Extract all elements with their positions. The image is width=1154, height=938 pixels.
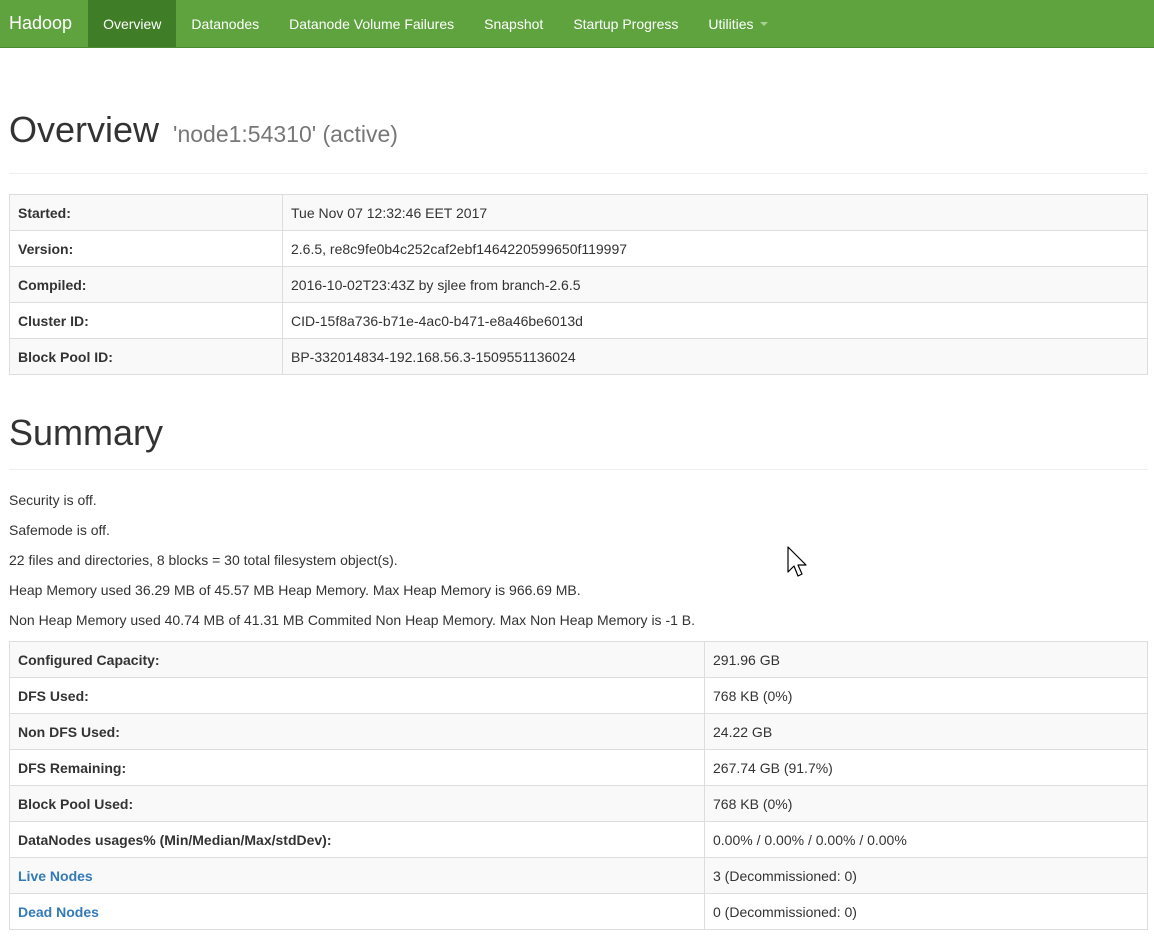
summary-header: Summary [9,413,1148,470]
table-row: DFS Used: 768 KB (0%) [9,677,1148,714]
heap-memory: Heap Memory used 36.29 MB of 45.57 MB He… [9,582,581,598]
table-row: Cluster ID: CID-15f8a736-b71e-4ac0-b471-… [9,302,1148,339]
row-label: Version: [9,230,283,267]
row-value: 24.22 GB [704,713,1148,750]
top-navbar: Hadoop Overview Datanodes Datanode Volum… [0,0,1154,48]
table-row: Started: Tue Nov 07 12:32:46 EET 2017 [9,194,1148,231]
row-label: DFS Remaining: [9,749,705,786]
row-value: 0 (Decommissioned: 0) [704,893,1148,930]
nav-datanodes[interactable]: Datanodes [176,0,274,47]
row-label: Non DFS Used: [9,713,705,750]
summary-status-list: Security is off. Safemode is off. 22 fil… [9,491,1148,641]
overview-table: Started: Tue Nov 07 12:32:46 EET 2017 Ve… [9,194,1148,375]
row-label: Compiled: [9,266,283,303]
filesystem-objects: 22 files and directories, 8 blocks = 30 … [9,552,398,568]
live-nodes-link[interactable]: Live Nodes [18,868,93,884]
row-value: 768 KB (0%) [704,785,1148,822]
nav-utilities-label: Utilities [708,15,754,32]
row-value: 267.74 GB (91.7%) [704,749,1148,786]
nav-snapshot[interactable]: Snapshot [469,0,558,47]
nav-utilities-dropdown[interactable]: Utilities [693,0,782,47]
safemode-status: Safemode is off. [9,522,110,538]
row-value: 3 (Decommissioned: 0) [704,857,1148,894]
mouse-cursor-icon [787,546,807,577]
row-label: DFS Used: [9,677,705,714]
row-label: Configured Capacity: [9,641,705,678]
table-row: Configured Capacity: 291.96 GB [9,641,1148,678]
dead-nodes-cell: Dead Nodes [9,893,705,930]
table-row: Compiled: 2016-10-02T23:43Z by sjlee fro… [9,266,1148,303]
dead-nodes-link[interactable]: Dead Nodes [18,904,99,920]
summary-table: Configured Capacity: 291.96 GB DFS Used:… [9,641,1148,930]
row-label: Block Pool ID: [9,338,283,375]
row-label: Block Pool Used: [9,785,705,822]
overview-header: Overview 'node1:54310' (active) [9,110,1148,174]
row-label: DataNodes usages% (Min/Median/Max/stdDev… [9,821,705,858]
row-value: 2.6.5, re8c9fe0b4c252caf2ebf146422059965… [282,230,1148,267]
table-row: DFS Remaining: 267.74 GB (91.7%) [9,749,1148,786]
table-row: Block Pool Used: 768 KB (0%) [9,785,1148,822]
table-row: Non DFS Used: 24.22 GB [9,713,1148,750]
nav-datanode-volume-failures[interactable]: Datanode Volume Failures [274,0,469,47]
row-value: 291.96 GB [704,641,1148,678]
row-label: Started: [9,194,283,231]
row-value: Tue Nov 07 12:32:46 EET 2017 [282,194,1148,231]
row-value: 2016-10-02T23:43Z by sjlee from branch-2… [282,266,1148,303]
overview-title: Overview [9,109,160,150]
main-content: Overview 'node1:54310' (active) Started:… [0,110,1154,930]
row-value: BP-332014834-192.168.56.3-1509551136024 [282,338,1148,375]
row-value: 768 KB (0%) [704,677,1148,714]
nav-overview[interactable]: Overview [88,0,177,47]
table-row: Dead Nodes 0 (Decommissioned: 0) [9,893,1148,930]
row-label: Cluster ID: [9,302,283,339]
non-heap-memory: Non Heap Memory used 40.74 MB of 41.31 M… [9,612,696,628]
row-value: CID-15f8a736-b71e-4ac0-b471-e8a46be6013d [282,302,1148,339]
summary-title: Summary [9,412,164,453]
caret-down-icon [759,21,768,26]
nav-startup-progress[interactable]: Startup Progress [558,0,693,47]
table-row: Block Pool ID: BP-332014834-192.168.56.3… [9,338,1148,375]
row-value: 0.00% / 0.00% / 0.00% / 0.00% [704,821,1148,858]
table-row: DataNodes usages% (Min/Median/Max/stdDev… [9,821,1148,858]
overview-subtitle: 'node1:54310' (active) [173,121,398,147]
security-status: Security is off. [9,492,97,508]
page-title: Overview 'node1:54310' (active) [9,110,1148,154]
table-row: Live Nodes 3 (Decommissioned: 0) [9,857,1148,894]
live-nodes-cell: Live Nodes [9,857,705,894]
table-row: Version: 2.6.5, re8c9fe0b4c252caf2ebf146… [9,230,1148,267]
brand-logo[interactable]: Hadoop [0,0,88,47]
